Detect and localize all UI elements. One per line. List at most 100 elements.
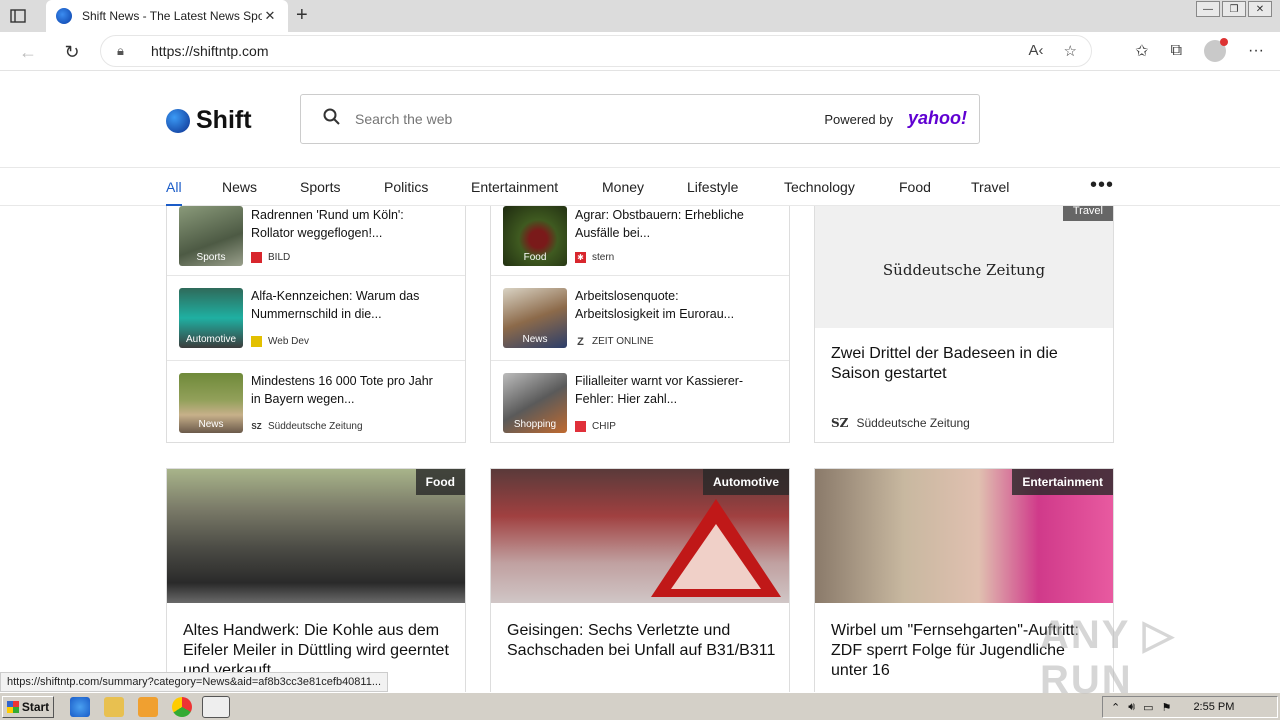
headline[interactable]: Geisingen: Sechs Verletzte und Sachschad… [507,621,777,661]
edge-taskbar-button[interactable] [202,696,230,718]
tab-strip: Shift News - The Latest News Spo ✕ + — ❐… [0,0,1280,32]
stern-icon: ✱ [575,252,586,263]
address-bar[interactable]: 🔒︎ https://shiftntp.com A‹ ☆ [100,35,1092,67]
status-bar-url: https://shiftntp.com/summary?category=Ne… [0,672,389,692]
nav-sports[interactable]: Sports [300,179,340,195]
source-name: Süddeutsche Zeitung [856,416,970,430]
list-item[interactable]: Food Agrar: Obstbauern: Erhebliche Ausfä… [491,206,789,276]
news-card[interactable]: Food Altes Handwerk: Die Kohle aus dem E… [166,468,466,692]
category-tag: Travel [1062,206,1113,221]
read-aloud-icon[interactable]: A‹ [1029,42,1044,60]
list-item[interactable]: Sports Radrennen 'Rund um Köln': Rollato… [167,206,465,276]
feature-card[interactable]: Travel Süddeutsche Zeitung Zwei Drittel … [814,206,1114,443]
category-nav: All News Sports Politics Entertainment M… [0,167,1280,206]
card-image: Entertainment [815,469,1113,603]
source: ✱ stern [575,252,614,263]
profile-avatar[interactable] [1204,38,1229,62]
category-tag: Entertainment [1012,469,1113,495]
search-input[interactable] [355,111,775,127]
favorites-icon[interactable]: ✩ [1135,41,1148,61]
nav-food[interactable]: Food [899,179,931,195]
more-categories-icon[interactable]: ••• [1090,174,1114,197]
card-image: Automotive [491,469,789,603]
source-name: ZEIT ONLINE [592,336,654,347]
ie-icon[interactable] [70,697,90,717]
nav-news[interactable]: News [222,179,257,195]
start-button[interactable]: Start [2,696,54,718]
nav-money[interactable]: Money [602,179,644,195]
restore-button[interactable]: ❐ [1222,1,1246,17]
collections-icon[interactable]: ⧉ [1171,42,1182,60]
nav-politics[interactable]: Politics [384,179,428,195]
source-name: Süddeutsche Zeitung [268,421,363,432]
tab-close-icon[interactable]: ✕ [262,8,278,24]
headline[interactable]: Radrennen 'Rund um Köln': Rollator wegge… [251,206,441,242]
nav-technology[interactable]: Technology [784,179,855,195]
headline[interactable]: Arbeitslosenquote: Arbeitslosigkeit im E… [575,287,765,323]
source: BILD [251,252,290,263]
source: CHIP [575,421,616,432]
close-window-button[interactable]: ✕ [1248,1,1272,17]
media-player-icon[interactable] [138,697,158,717]
yahoo-logo: yahoo! [907,108,967,128]
chrome-icon[interactable] [172,697,192,717]
window-controls: — ❐ ✕ [1196,1,1272,17]
list-item[interactable]: News Mindestens 16 000 Tote pro Jahr in … [167,361,465,446]
category-label: Shopping [513,419,557,430]
source-name: stern [592,252,615,263]
shift-logo-icon [166,108,190,133]
thumbnail: Shopping [503,373,567,433]
headline[interactable]: Alfa-Kennzeichen: Warum das Nummernschil… [251,287,441,323]
toolbar-icons: ✩ ⧉ ··· [1135,38,1264,62]
minimize-button[interactable]: — [1196,1,1220,17]
nav-entertainment[interactable]: Entertainment [471,179,558,195]
search-icon[interactable] [323,108,341,131]
shift-logo[interactable]: Shift [166,106,252,135]
nav-lifestyle[interactable]: Lifestyle [687,179,738,195]
webdev-icon [251,336,262,347]
logo-text: Shift [196,106,252,134]
lock-icon: 🔒︎ [117,43,124,58]
browser-tab[interactable]: Shift News - The Latest News Spo ✕ [46,0,288,32]
add-favorite-icon[interactable]: ☆ [1064,42,1077,60]
site-header: Shift Powered by yahoo! [0,71,1280,167]
news-card[interactable]: Automotive Geisingen: Sechs Verletzte un… [490,468,790,692]
thumbnail: Sports [179,206,243,266]
sz-icon: SZ [831,416,849,430]
sz-icon: SZ [251,422,262,431]
thumbnail: Automotive [179,288,243,348]
thumbnail: News [503,288,567,348]
list-item[interactable]: News Arbeitslosenquote: Arbeitslosigkeit… [491,276,789,361]
publisher-logo: Süddeutsche Zeitung [882,261,1046,279]
headline[interactable]: Agrar: Obstbauern: Erhebliche Ausfälle b… [575,206,765,242]
thumbnail: News [179,373,243,433]
source: Z ZEIT ONLINE [575,335,654,348]
anyrun-watermark: ANY ▷ RUN [1040,613,1176,702]
refresh-icon[interactable]: ↻ [60,40,84,64]
headline[interactable]: Zwei Drittel der Badeseen in die Saison … [831,344,1091,384]
zeit-icon: Z [577,335,584,348]
bild-icon [251,252,262,263]
list-item[interactable]: Automotive Alfa-Kennzeichen: Warum das N… [167,276,465,361]
settings-more-icon[interactable]: ··· [1248,42,1264,60]
back-arrow-icon[interactable]: ← [16,40,40,64]
headline[interactable]: Filialleiter warnt vor Kassierer-Fehler:… [575,372,765,408]
category-label: Automotive [185,334,237,345]
url-text[interactable]: https://shiftntp.com [151,43,269,59]
category-tag: Automotive [703,469,789,495]
headline[interactable]: Mindestens 16 000 Tote pro Jahr in Bayer… [251,372,441,408]
nav-all[interactable]: All [166,179,182,206]
card-image: Food [167,469,465,603]
publisher-image: Travel Süddeutsche Zeitung [815,206,1113,328]
new-tab-button[interactable]: + [296,5,308,25]
list-item[interactable]: Shopping Filialleiter warnt vor Kassiere… [491,361,789,446]
tab-title: Shift News - The Latest News Spo [82,9,262,23]
tab-actions-icon[interactable] [8,6,28,26]
news-list: Food Agrar: Obstbauern: Erhebliche Ausfä… [490,206,790,443]
category-label: Sports [196,252,226,263]
source-name: CHIP [592,421,616,432]
search-box: Powered by yahoo! [300,94,980,144]
category-label: News [198,419,224,430]
nav-travel[interactable]: Travel [971,179,1009,195]
explorer-icon[interactable] [104,697,124,717]
